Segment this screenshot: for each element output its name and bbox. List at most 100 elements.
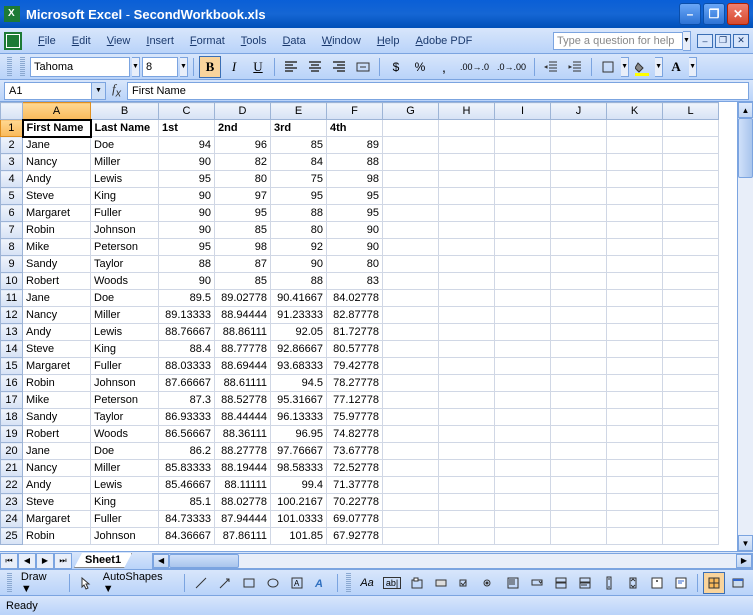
cell[interactable]: Peterson [91,392,159,409]
cell[interactable]: Mike [23,392,91,409]
align-right-button[interactable] [328,56,350,78]
cell[interactable] [439,358,495,375]
cell[interactable] [551,426,607,443]
cell[interactable] [663,290,719,307]
row-header-11[interactable]: 11 [1,290,23,307]
cell[interactable] [663,477,719,494]
draw-menu[interactable]: Draw ▼ [17,571,64,595]
scroll-up-button[interactable]: ▲ [738,102,753,118]
cell[interactable] [495,460,551,477]
cell[interactable]: 93.68333 [271,358,327,375]
cell[interactable] [551,256,607,273]
cell[interactable] [439,171,495,188]
cell[interactable]: 88.94444 [215,307,271,324]
font-size-select[interactable] [142,57,178,77]
cell[interactable]: 88.19444 [215,460,271,477]
cell[interactable] [607,528,663,545]
cell[interactable]: 86.2 [159,443,215,460]
cell[interactable] [607,188,663,205]
cell[interactable]: 88.52778 [215,392,271,409]
cell[interactable]: 92.86667 [271,341,327,358]
cell[interactable] [607,324,663,341]
cell[interactable]: Miller [91,154,159,171]
cell[interactable] [551,511,607,528]
cell[interactable] [607,154,663,171]
cell[interactable] [663,256,719,273]
cell[interactable]: 88.11111 [215,477,271,494]
cell[interactable] [439,324,495,341]
cell[interactable]: 88.76667 [159,324,215,341]
cell[interactable] [439,188,495,205]
cell[interactable] [495,290,551,307]
cell[interactable]: 88.86111 [215,324,271,341]
oval-button[interactable] [262,572,284,594]
cell[interactable]: 73.67778 [327,443,383,460]
cell[interactable] [439,460,495,477]
cell[interactable] [439,511,495,528]
col-header-L[interactable]: L [663,103,719,120]
cell[interactable]: Mike [23,239,91,256]
cell[interactable] [495,324,551,341]
menu-file[interactable]: File [30,32,64,50]
cell[interactable]: 75 [271,171,327,188]
cell[interactable] [495,273,551,290]
cell[interactable] [607,375,663,392]
cell[interactable] [495,205,551,222]
cell[interactable] [383,426,439,443]
cell[interactable] [663,188,719,205]
cell[interactable]: Woods [91,426,159,443]
cell[interactable]: 82.87778 [327,307,383,324]
decrease-decimal-button[interactable]: .0→.00 [494,56,529,78]
cell[interactable] [551,324,607,341]
cell[interactable] [495,477,551,494]
close-button[interactable]: ✕ [727,3,749,25]
cell[interactable]: 85.46667 [159,477,215,494]
cell[interactable]: 94 [159,137,215,154]
cell[interactable]: 90 [159,188,215,205]
cell[interactable] [551,443,607,460]
cell[interactable] [607,120,663,137]
row-header-16[interactable]: 16 [1,375,23,392]
cell[interactable]: Robin [23,375,91,392]
cell[interactable] [439,205,495,222]
cell[interactable] [663,171,719,188]
merge-center-button[interactable] [352,56,374,78]
cell[interactable]: Doe [91,443,159,460]
group-box-button[interactable] [406,572,428,594]
cell[interactable]: 98 [215,239,271,256]
cell[interactable] [551,154,607,171]
menu-window[interactable]: Window [314,32,369,50]
cell[interactable] [663,239,719,256]
cell[interactable]: 100.2167 [271,494,327,511]
cell[interactable] [663,511,719,528]
cell[interactable] [607,171,663,188]
row-header-20[interactable]: 20 [1,443,23,460]
cell[interactable] [495,239,551,256]
row-header-17[interactable]: 17 [1,392,23,409]
cell[interactable]: Robert [23,426,91,443]
cell[interactable] [383,273,439,290]
col-header-D[interactable]: D [215,103,271,120]
cell[interactable] [663,426,719,443]
cell[interactable] [495,188,551,205]
cell[interactable]: Doe [91,137,159,154]
cell[interactable]: 88.44444 [215,409,271,426]
borders-button[interactable] [597,56,619,78]
formula-input[interactable]: First Name [127,82,749,100]
spinner-button[interactable] [622,572,644,594]
bold-button[interactable]: B [199,56,221,78]
cell[interactable] [551,205,607,222]
align-left-button[interactable] [280,56,302,78]
cell[interactable] [663,494,719,511]
cell[interactable] [439,239,495,256]
col-header-B[interactable]: B [91,103,159,120]
cell[interactable] [439,341,495,358]
cell[interactable] [551,239,607,256]
cell[interactable]: 89.5 [159,290,215,307]
row-header-10[interactable]: 10 [1,273,23,290]
cell[interactable]: 90 [159,205,215,222]
button-button[interactable] [430,572,452,594]
menu-edit[interactable]: Edit [64,32,99,50]
col-header-A[interactable]: A [23,103,91,120]
cell[interactable] [383,137,439,154]
